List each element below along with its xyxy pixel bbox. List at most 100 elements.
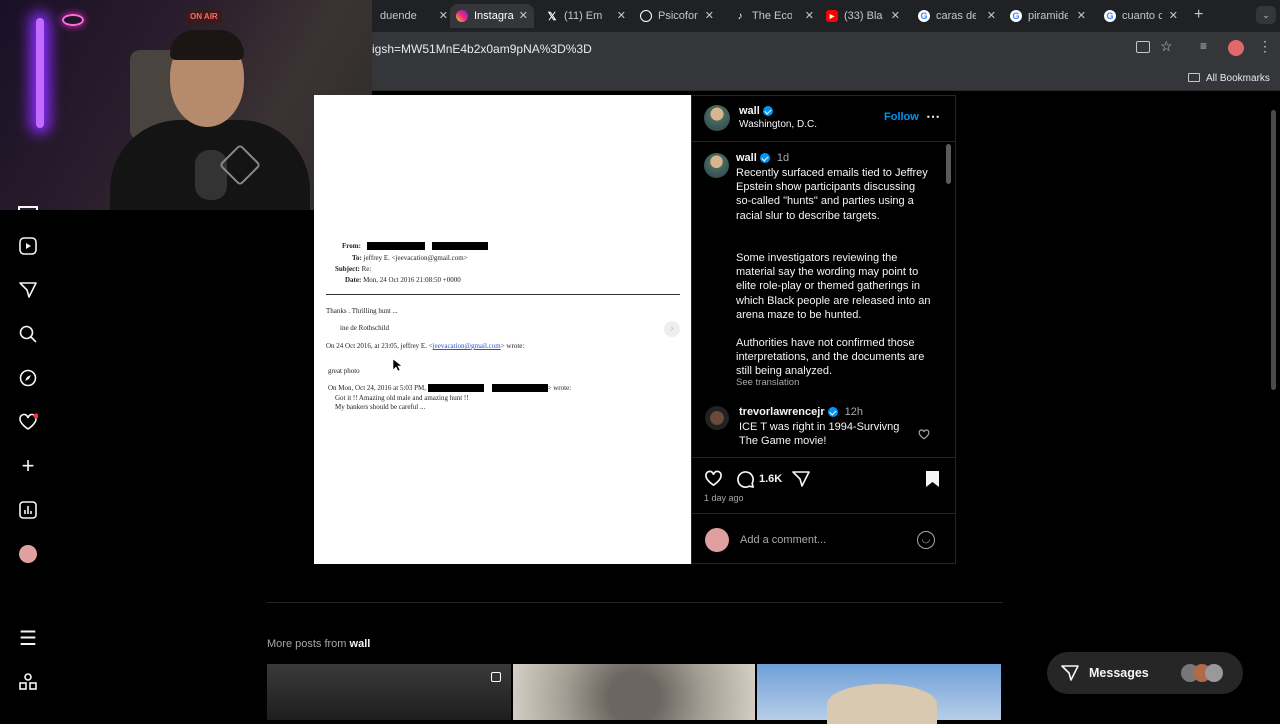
messages-button[interactable]: Messages (1047, 652, 1243, 694)
divider (692, 513, 955, 514)
more-post-thumbnail[interactable] (267, 664, 511, 720)
browser-tab[interactable]: G cuanto c ✕ (1104, 4, 1178, 28)
browser-tab-bar: duende ✕ Instagra ✕ 𝕏 (11) Em ✕ Psicofor… (372, 0, 1280, 32)
dashboard-icon[interactable] (18, 500, 38, 520)
on-air-sign: ON AIR (186, 10, 222, 23)
all-bookmarks-link[interactable]: All Bookmarks (1206, 73, 1270, 84)
divider (326, 294, 680, 295)
comment-username[interactable]: trevorlawrencejr (739, 406, 825, 418)
date-row: Date: Mon, 24 Oct 2016 21:08:50 +0000 (345, 276, 461, 284)
tab-label: duende (380, 10, 417, 22)
close-tab-icon[interactable]: ✕ (891, 9, 900, 22)
close-tab-icon[interactable]: ✕ (1077, 9, 1086, 22)
tab-search-button[interactable]: ⌄ (1256, 6, 1276, 24)
post-age: 1 day ago (704, 493, 744, 503)
caption-paragraph: Recently surfaced emails tied to Jeffrey… (736, 167, 928, 222)
close-tab-icon[interactable]: ✕ (1169, 9, 1178, 22)
to-row: To: jeffrey E. <jeevacation@gmail.com> (352, 254, 468, 262)
mouse-cursor-icon (392, 358, 403, 373)
redaction (366, 242, 425, 251)
install-app-icon[interactable] (1136, 41, 1150, 53)
folder-icon (1188, 73, 1200, 82)
see-translation-link[interactable]: See translation (736, 377, 799, 388)
caption-avatar[interactable] (704, 153, 729, 178)
close-tab-icon[interactable]: ✕ (519, 9, 528, 22)
person-hair (170, 30, 244, 60)
url-text: igsh=MW51MnE4b2x0am9pNA%3D%3D (372, 42, 592, 56)
page-scrollbar[interactable] (1271, 110, 1276, 390)
close-tab-icon[interactable]: ✕ (617, 9, 626, 22)
messages-label: Messages (1089, 666, 1149, 680)
more-post-thumbnail[interactable] (757, 664, 1001, 724)
author-avatar[interactable] (704, 105, 730, 131)
email-line: ine de Rothschild (340, 324, 389, 332)
carousel-icon (491, 672, 501, 682)
like-heart-icon[interactable] (704, 470, 723, 492)
notifications-heart-icon[interactable] (18, 412, 38, 432)
profile-avatar[interactable] (1228, 40, 1244, 56)
thumbnail-subject (827, 684, 937, 724)
post-image-document[interactable]: From: To: jeffrey E. <jeevacation@gmail.… (314, 95, 691, 564)
add-comment-input[interactable]: Add a comment... (740, 534, 826, 546)
home-icon[interactable] (18, 206, 38, 210)
direct-send-icon (1061, 664, 1079, 687)
close-tab-icon[interactable]: ✕ (439, 9, 448, 22)
comment-text: ICE T was right in 1994-Survivng The Gam… (739, 421, 900, 448)
create-plus-icon[interactable]: + (18, 453, 38, 478)
redaction (432, 242, 489, 251)
emoji-picker-icon[interactable]: ◡ (917, 531, 935, 549)
search-icon[interactable] (18, 324, 38, 344)
explore-icon[interactable] (18, 368, 38, 388)
caption-paragraph: Some investigators reviewing the materia… (736, 252, 931, 321)
browser-tab[interactable]: G caras de ✕ (918, 4, 996, 28)
browser-menu-icon[interactable]: ⋮ (1258, 38, 1272, 55)
author-header[interactable]: wall (739, 105, 773, 117)
follow-button[interactable]: Follow (884, 111, 919, 123)
close-tab-icon[interactable]: ✕ (987, 9, 996, 22)
divider (267, 602, 1003, 603)
email-link[interactable]: jeevacation@gmail.com (433, 342, 501, 350)
quote-line: On 24 Oct 2016, at 23:05, jeffrey E. <je… (326, 342, 525, 350)
media-controls-icon[interactable]: ≡ (1200, 39, 1207, 53)
like-comment-heart-icon[interactable] (918, 427, 930, 445)
caption-username[interactable]: wall (736, 152, 757, 164)
browser-tab[interactable]: 𝕏 (11) Em ✕ (546, 4, 626, 28)
verified-badge-icon (762, 106, 773, 117)
comment-bubble-icon[interactable] (736, 470, 755, 494)
close-tab-icon[interactable]: ✕ (805, 9, 814, 22)
browser-tab[interactable]: Psicofor ✕ (640, 4, 714, 28)
redaction (491, 384, 548, 393)
post-location[interactable]: Washington, D.C. (739, 119, 817, 130)
more-post-thumbnail[interactable] (513, 664, 755, 720)
verified-badge-icon (759, 153, 770, 164)
commenter-avatar[interactable] (705, 406, 729, 430)
browser-tab[interactable]: duende ✕ (376, 4, 448, 28)
bookmark-star-icon[interactable]: ☆ (1160, 38, 1173, 55)
viewer-avatar (705, 528, 729, 552)
browser-tab-active[interactable]: Instagra ✕ (450, 4, 534, 28)
browser-tab[interactable]: ♪ The Eco ✕ (734, 4, 815, 28)
microphone (195, 150, 227, 200)
share-send-icon[interactable] (792, 470, 810, 493)
google-icon: G (1104, 10, 1116, 22)
reels-icon[interactable] (18, 236, 38, 256)
browser-tab[interactable]: ▶ (33) Bla ✕ (826, 4, 900, 28)
threads-apps-icon[interactable] (18, 672, 38, 692)
tab-label: Psicofor (658, 10, 698, 22)
more-options-icon[interactable]: ⋯ (926, 108, 940, 125)
email-line: Got it !! Amazing old male and amazing h… (335, 394, 469, 402)
tab-label: (11) Em (564, 10, 603, 22)
new-tab-button[interactable]: + (1194, 6, 1203, 24)
browser-tab[interactable]: G piramide ✕ (1010, 4, 1086, 28)
menu-hamburger-icon[interactable]: ☰ (18, 628, 38, 650)
tab-label: cuanto c (1122, 10, 1162, 22)
scrollbar[interactable] (946, 144, 951, 184)
address-bar[interactable]: igsh=MW51MnE4b2x0am9pNA%3D%3D ☆ ≡ ⋮ (372, 32, 1280, 66)
divider (692, 457, 955, 458)
profile-avatar[interactable] (19, 545, 37, 563)
close-tab-icon[interactable]: ✕ (705, 9, 714, 22)
save-bookmark-icon[interactable] (925, 470, 940, 493)
direct-send-icon[interactable] (18, 280, 38, 300)
tab-label: The Eco (752, 10, 792, 22)
next-image-button[interactable]: › (664, 321, 680, 337)
